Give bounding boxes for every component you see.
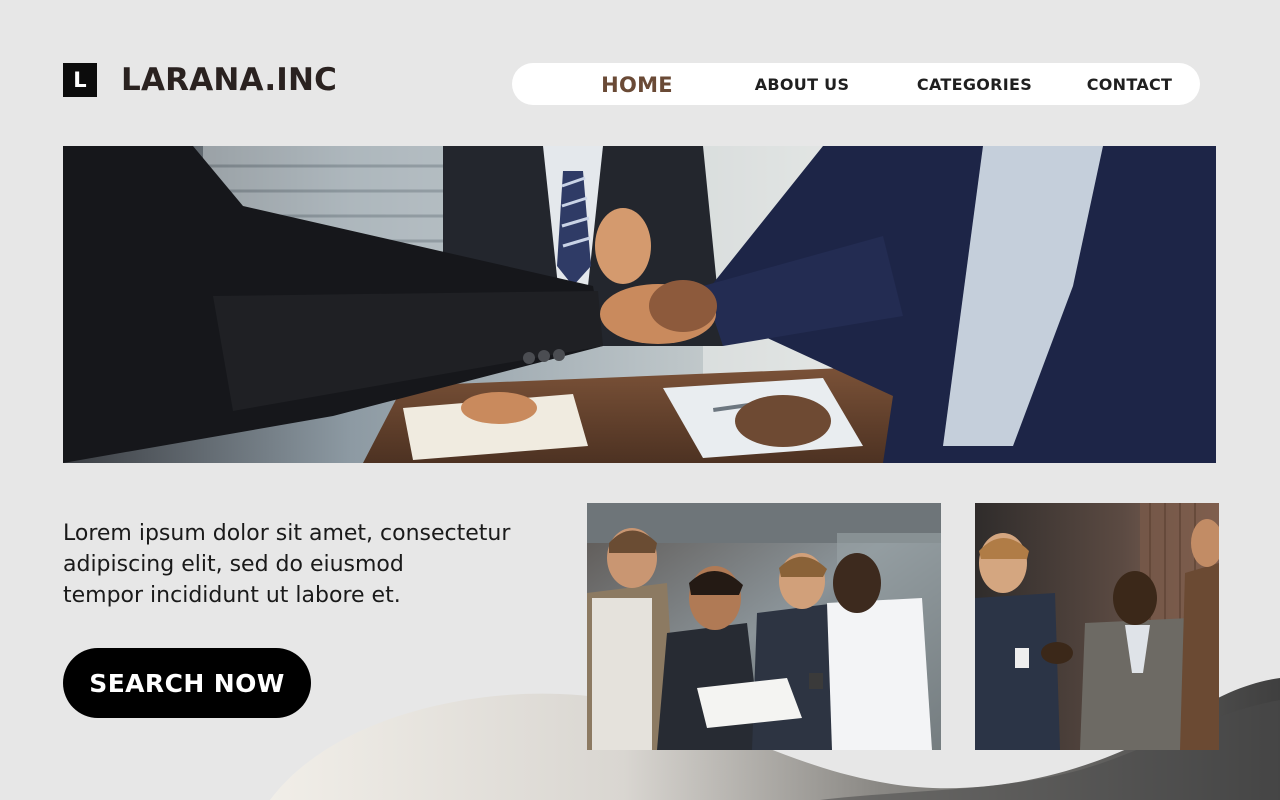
gallery-photo-team [587, 503, 941, 750]
nav-categories[interactable]: CATEGORIES [907, 63, 1042, 105]
intro-line-3: tempor incididunt ut labore et. [63, 583, 401, 608]
brand-name: LARANA.INC [121, 62, 338, 98]
hero-image [63, 146, 1216, 463]
intro-line-2: adipiscing elit, sed do eiusmod [63, 552, 404, 577]
nav-home[interactable]: HOME [582, 64, 692, 106]
intro-line-1: Lorem ipsum dolor sit amet, consectetur [63, 521, 511, 546]
nav-contact[interactable]: CONTACT [1077, 63, 1182, 105]
nav-about-us[interactable]: ABOUT US [742, 63, 862, 105]
gallery-photo-conversation [975, 503, 1219, 750]
search-now-button[interactable]: SEARCH NOW [63, 648, 311, 718]
brand-logo[interactable]: L LARANA.INC [63, 62, 337, 98]
main-navigation: HOME ABOUT US CATEGORIES CONTACT [512, 63, 1200, 105]
intro-text: Lorem ipsum dolor sit amet, consectetur … [63, 518, 563, 611]
logo-mark: L [63, 63, 97, 97]
